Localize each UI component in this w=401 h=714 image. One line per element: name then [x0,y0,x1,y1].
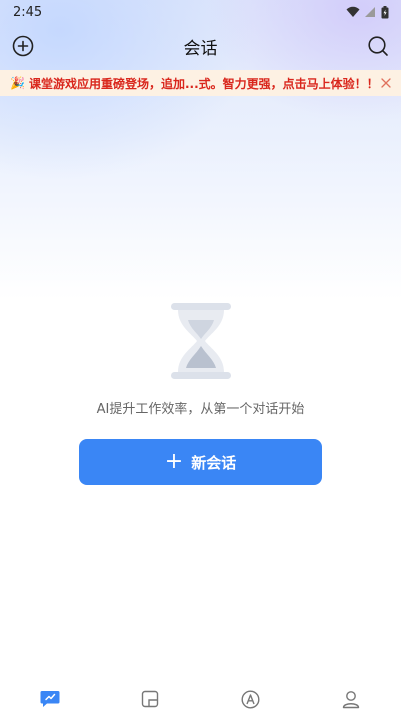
new-chat-button[interactable]: + 新会话 [79,439,322,485]
empty-state: AI提升工作效率，从第一个对话开始 [0,302,401,417]
compass-icon [241,689,260,709]
chat-icon [40,691,60,707]
new-chat-button-label: 新会话 [191,453,237,472]
banner-text: 课堂游戏应用重磅登场，追加...式。智力更强，点击马上体验！！ [28,76,379,91]
tab-profile[interactable] [301,690,401,709]
wifi-icon [346,6,360,17]
bottom-tab-bar [0,684,401,714]
battery-icon [381,5,389,18]
square-icon [142,690,159,708]
app-header: 会话 [0,24,401,68]
page-title: 会话 [183,38,218,59]
plus-circle-icon [12,35,34,57]
status-bar: 2:45 [0,0,401,24]
banner-close-button[interactable] [379,76,393,90]
search-button[interactable] [365,33,391,59]
search-icon [368,36,388,56]
status-icons [346,5,389,19]
hourglass-icon [170,303,231,379]
empty-state-text: AI提升工作效率，从第一个对话开始 [96,402,305,417]
tab-chat[interactable] [0,690,100,708]
close-icon [381,78,391,88]
promo-banner[interactable]: 🎉 课堂游戏应用重磅登场，追加...式。智力更强，点击马上体验！！ [0,70,401,96]
tab-discover[interactable] [201,689,301,709]
tab-apps[interactable] [100,690,200,708]
profile-icon [342,690,360,708]
status-time: 2:45 [13,4,43,20]
new-chat-icon-button[interactable] [10,33,36,59]
signal-icon [365,7,375,17]
plus-icon: + [164,449,184,474]
party-popper-icon: 🎉 [10,76,25,90]
